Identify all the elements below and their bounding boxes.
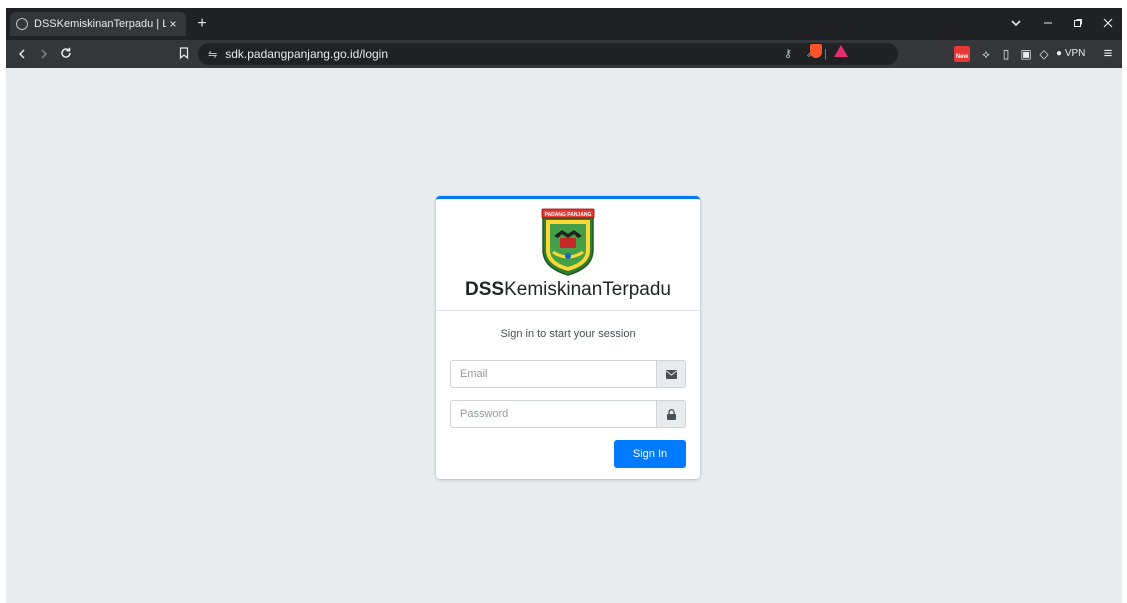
address-bar[interactable]: ⇋ sdk.padangpanjang.go.id/login ⚷ ⇗ | xyxy=(198,43,898,65)
chevron-down-icon xyxy=(1011,20,1021,27)
leo-icon[interactable]: ◇ xyxy=(1036,44,1052,64)
tab-search-button[interactable] xyxy=(1004,14,1028,34)
forward-button[interactable] xyxy=(34,44,54,64)
minimize-icon xyxy=(1044,22,1052,24)
close-window-button[interactable] xyxy=(1096,14,1120,34)
browser-tab[interactable]: DSSKemiskinanTerpadu | Log in × xyxy=(10,12,186,36)
login-card-header: PADANG PANJANG DSSKemiskinanTerpadu xyxy=(436,199,700,311)
login-message: Sign in to start your session xyxy=(500,328,636,340)
password-input-group xyxy=(450,400,686,428)
brand-title-rest: KemiskinanTerpadu xyxy=(504,279,671,300)
site-info-icon[interactable]: ⇋ xyxy=(208,48,217,61)
email-field[interactable] xyxy=(450,360,656,388)
back-button[interactable] xyxy=(12,44,32,64)
reload-button[interactable] xyxy=(56,44,76,64)
minimize-button[interactable] xyxy=(1036,14,1060,34)
vpn-button[interactable]: ● VPN xyxy=(1056,44,1085,64)
new-tab-button[interactable]: + xyxy=(192,14,212,34)
svg-text:PADANG PANJANG: PADANG PANJANG xyxy=(545,212,592,218)
tab-strip: DSSKemiskinanTerpadu | Log in × + xyxy=(6,8,1122,40)
globe-icon xyxy=(16,18,28,30)
password-field[interactable] xyxy=(450,400,656,428)
restore-button[interactable] xyxy=(1066,14,1090,34)
divider: | xyxy=(824,48,827,60)
key-icon[interactable]: ⚷ xyxy=(784,47,792,61)
login-card: PADANG PANJANG DSSKemiskinanTerpadu Sign… xyxy=(436,196,700,479)
url-text: sdk.padangpanjang.go.id/login xyxy=(225,47,389,61)
password-addon xyxy=(656,400,686,428)
bookmark-icon xyxy=(179,47,189,60)
brave-shields-icon[interactable] xyxy=(810,44,822,58)
email-input-group xyxy=(450,360,686,388)
wallet-icon[interactable]: ▣ xyxy=(1018,44,1034,64)
sidebar-icon[interactable]: ▯ xyxy=(998,44,1014,64)
bookmark-button[interactable] xyxy=(174,44,194,64)
tab-close-button[interactable]: × xyxy=(166,17,180,31)
brand-title: DSSKemiskinanTerpadu xyxy=(436,279,700,301)
browser-toolbar: ⇋ sdk.padangpanjang.go.id/login ⚷ ⇗ | Ne… xyxy=(6,40,1122,68)
sign-in-button[interactable]: Sign In xyxy=(614,440,686,468)
lock-icon xyxy=(666,408,676,420)
email-addon xyxy=(656,360,686,388)
menu-button[interactable]: ≡ xyxy=(1098,44,1118,64)
puzzle-icon[interactable]: ⟡ xyxy=(978,44,994,64)
envelope-icon xyxy=(665,369,677,379)
brand-title-bold: DSS xyxy=(465,279,505,300)
brave-rewards-icon[interactable] xyxy=(834,45,848,57)
chevron-right-icon xyxy=(41,49,48,59)
new-badge-extension[interactable]: New xyxy=(954,46,970,62)
reload-icon xyxy=(61,47,71,58)
restore-icon xyxy=(1074,19,1082,27)
browser-window: DSSKemiskinanTerpadu | Log in × + xyxy=(6,8,1122,603)
padang-panjang-emblem: PADANG PANJANG xyxy=(541,208,595,276)
vpn-label: VPN xyxy=(1064,48,1086,59)
tab-title: DSSKemiskinanTerpadu | Log in xyxy=(34,18,166,30)
chevron-left-icon xyxy=(18,49,25,59)
close-icon xyxy=(1103,18,1113,28)
